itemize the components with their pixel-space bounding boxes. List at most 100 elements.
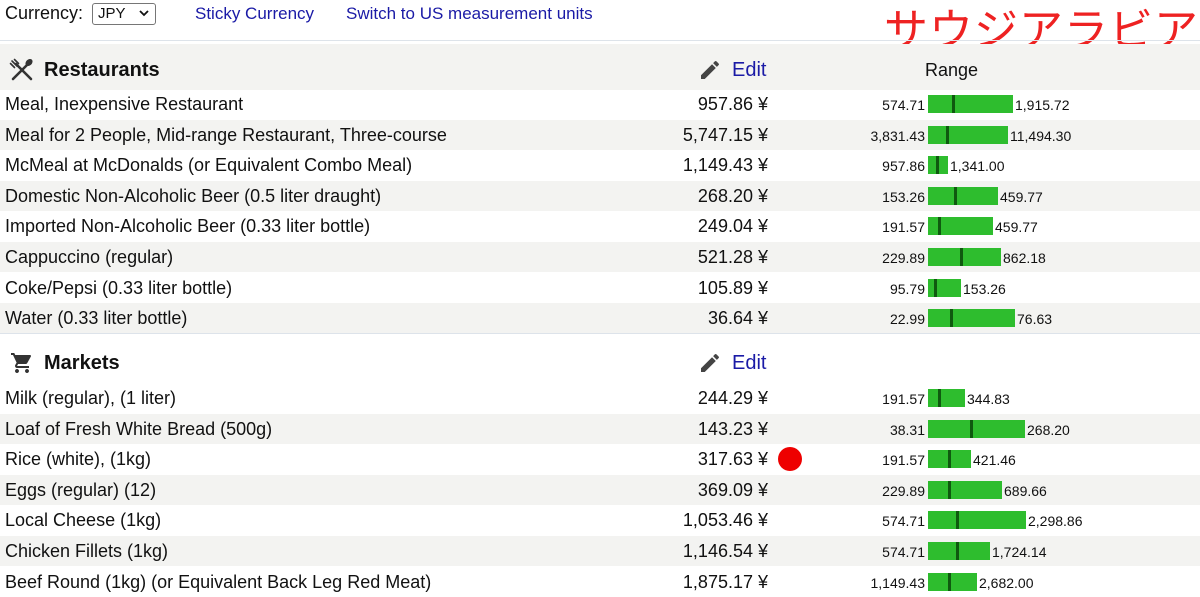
item-name: Rice (white), (1kg) — [5, 449, 152, 469]
item-price: 105.89 ¥ — [697, 278, 768, 298]
range-high: 11,494.30 — [1010, 128, 1072, 144]
table-row: Chicken Fillets (1kg) 1,146.54 ¥ 574.71 1,7… — [0, 536, 1200, 566]
table-row: Water (0.33 liter bottle) 36.64 ¥ 22.99 76.… — [0, 303, 1200, 333]
range-bar — [928, 481, 1002, 499]
item-price: 5,747.15 ¥ — [682, 125, 768, 145]
range-low: 95.79 — [889, 281, 925, 297]
range-high: 344.83 — [967, 391, 1010, 407]
range-high: 1,724.14 — [992, 544, 1047, 560]
range-bar — [928, 279, 961, 297]
chevron-down-icon — [139, 10, 149, 17]
range-bar — [928, 126, 1008, 144]
range-header: Range — [925, 60, 979, 80]
divider — [0, 40, 1200, 41]
range-high: 862.18 — [1003, 250, 1046, 266]
top-bar: Currency: JPY Sticky Currency Switch to … — [0, 0, 1200, 56]
range-marker — [970, 420, 973, 438]
table-row: Imported Non-Alcoholic Beer (0.33 liter … — [0, 211, 1200, 241]
range-low: 191.57 — [882, 452, 925, 468]
pencil-icon[interactable] — [698, 58, 722, 82]
edit-link[interactable]: Edit — [732, 352, 766, 375]
item-name: McMeal at McDonalds (or Equivalent Combo… — [5, 155, 413, 175]
item-name: Cappuccino (regular) — [5, 247, 174, 267]
item-price: 249.04 ¥ — [697, 216, 768, 236]
item-name: Water (0.33 liter bottle) — [5, 308, 188, 328]
range-low: 1,149.43 — [870, 575, 926, 591]
item-price: 957.86 ¥ — [697, 94, 768, 114]
us-units-link[interactable]: Switch to US measurement units — [346, 4, 593, 24]
item-name: Loaf of Fresh White Bread (500g) — [5, 419, 273, 439]
range-marker — [938, 217, 941, 235]
item-price: 369.09 ¥ — [697, 480, 768, 500]
item-price: 143.23 ¥ — [697, 419, 768, 439]
range-bar — [928, 542, 990, 560]
red-dot-marker — [778, 447, 802, 471]
item-name: Chicken Fillets (1kg) — [5, 541, 169, 561]
table-row: Domestic Non-Alcoholic Beer (0.5 liter d… — [0, 181, 1200, 211]
range-bar — [928, 573, 977, 591]
range-marker — [934, 279, 937, 297]
range-high: 1,915.72 — [1015, 97, 1070, 113]
range-low: 574.71 — [882, 513, 925, 529]
item-name: Domestic Non-Alcoholic Beer (0.5 liter d… — [5, 186, 382, 206]
range-high: 421.46 — [973, 452, 1016, 468]
range-low: 574.71 — [882, 97, 925, 113]
sticky-currency-link[interactable]: Sticky Currency — [195, 4, 314, 24]
range-high: 2,298.86 — [1028, 513, 1083, 529]
cart-icon — [11, 353, 32, 373]
section-header-restaurants: Restaurants Edit Range — [0, 44, 1200, 90]
range-high: 459.77 — [1000, 189, 1043, 205]
table-row: Local Cheese (1kg) 1,053.46 ¥ 574.71 2,298.… — [0, 505, 1200, 535]
item-price: 1,149.43 ¥ — [682, 155, 768, 175]
item-price: 244.29 ¥ — [697, 388, 768, 408]
range-low: 153.26 — [882, 189, 925, 205]
range-bar — [928, 309, 1015, 327]
range-marker — [950, 309, 953, 327]
range-high: 76.63 — [1017, 311, 1053, 327]
range-high: 1,341.00 — [950, 158, 1005, 174]
range-marker — [938, 389, 941, 407]
range-marker — [948, 481, 951, 499]
table-row: Milk (regular), (1 liter) 244.29 ¥ 191.57 3… — [0, 383, 1200, 413]
range-high: 689.66 — [1004, 483, 1047, 499]
range-high: 153.26 — [963, 281, 1006, 297]
range-low: 574.71 — [882, 544, 925, 560]
range-marker — [960, 248, 963, 266]
range-marker — [956, 542, 959, 560]
currency-select[interactable]: JPY — [92, 3, 156, 25]
range-low: 229.89 — [882, 483, 925, 499]
item-name: Milk (regular), (1 liter) — [5, 388, 177, 408]
range-high: 459.77 — [995, 219, 1038, 235]
item-name: Local Cheese (1kg) — [5, 510, 162, 530]
item-price: 1,146.54 ¥ — [682, 541, 768, 561]
range-bar — [928, 187, 998, 205]
range-low: 3,831.43 — [870, 128, 926, 144]
table-row: Eggs (regular) (12) 369.09 ¥ 229.89 689.66 — [0, 475, 1200, 505]
range-high: 2,682.00 — [979, 575, 1034, 591]
range-marker — [948, 450, 951, 468]
section-header-markets: Markets Edit — [0, 337, 1200, 383]
item-price: 1,875.17 ¥ — [682, 572, 768, 592]
range-high: 268.20 — [1027, 422, 1070, 438]
item-name: Meal for 2 People, Mid-range Restaurant,… — [5, 125, 447, 145]
range-low: 38.31 — [889, 422, 925, 438]
range-bar — [928, 389, 965, 407]
range-low: 191.57 — [882, 219, 925, 235]
table-row: Rice (white), (1kg) 317.63 ¥ 191.57 421.46 — [0, 444, 1200, 474]
range-bar — [928, 95, 1013, 113]
item-price: 317.63 ¥ — [697, 449, 768, 469]
item-price: 268.20 ¥ — [697, 186, 768, 206]
range-marker — [936, 156, 939, 174]
pencil-icon[interactable] — [698, 351, 722, 375]
item-name: Imported Non-Alcoholic Beer (0.33 liter … — [5, 216, 371, 236]
item-name: Beef Round (1kg) (or Equivalent Back Leg… — [5, 572, 432, 592]
table-row: Meal, Inexpensive Restaurant 957.86 ¥ 574.… — [0, 89, 1200, 119]
range-low: 191.57 — [882, 391, 925, 407]
table-row: Loaf of Fresh White Bread (500g) 143.23 ¥… — [0, 414, 1200, 444]
divider — [0, 333, 1200, 334]
range-marker — [954, 187, 957, 205]
item-name: Meal, Inexpensive Restaurant — [5, 94, 244, 114]
range-low: 229.89 — [882, 250, 925, 266]
edit-link[interactable]: Edit — [732, 59, 766, 82]
table-row: Meal for 2 People, Mid-range Restaurant,… — [0, 120, 1200, 150]
